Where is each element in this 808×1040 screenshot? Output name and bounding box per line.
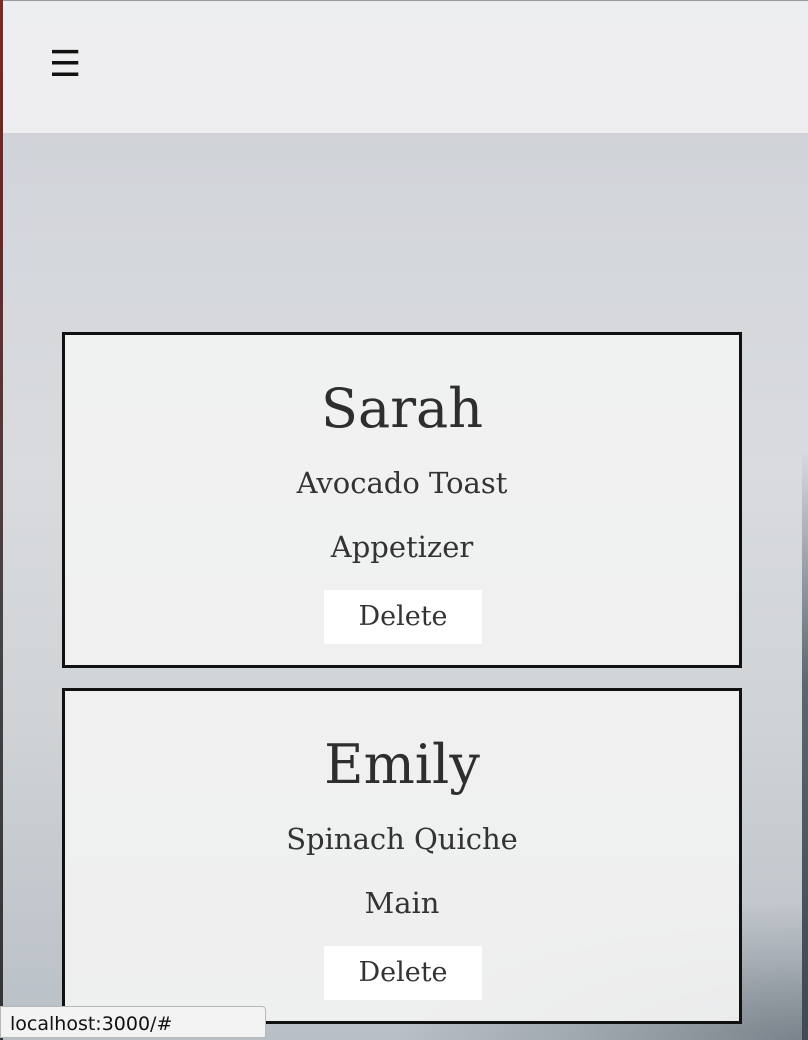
- guest-card: Emily Spinach Quiche Main Delete: [62, 688, 742, 1024]
- guest-name: Emily: [324, 733, 480, 796]
- dish-name: Spinach Quiche: [286, 822, 518, 856]
- delete-button[interactable]: Delete: [324, 590, 482, 644]
- course-type: Appetizer: [330, 530, 474, 564]
- top-nav-bar: ☰: [3, 1, 808, 133]
- course-type: Main: [364, 886, 440, 920]
- background-edge-left: [0, 0, 3, 1040]
- guest-name: Sarah: [321, 377, 483, 440]
- link-status-bar: localhost:3000/#: [0, 1006, 266, 1038]
- guest-card: Sarah Avocado Toast Appetizer Delete: [62, 332, 742, 668]
- delete-button[interactable]: Delete: [324, 946, 482, 1000]
- hamburger-menu-icon[interactable]: ☰: [49, 45, 81, 85]
- dish-name: Avocado Toast: [296, 466, 508, 500]
